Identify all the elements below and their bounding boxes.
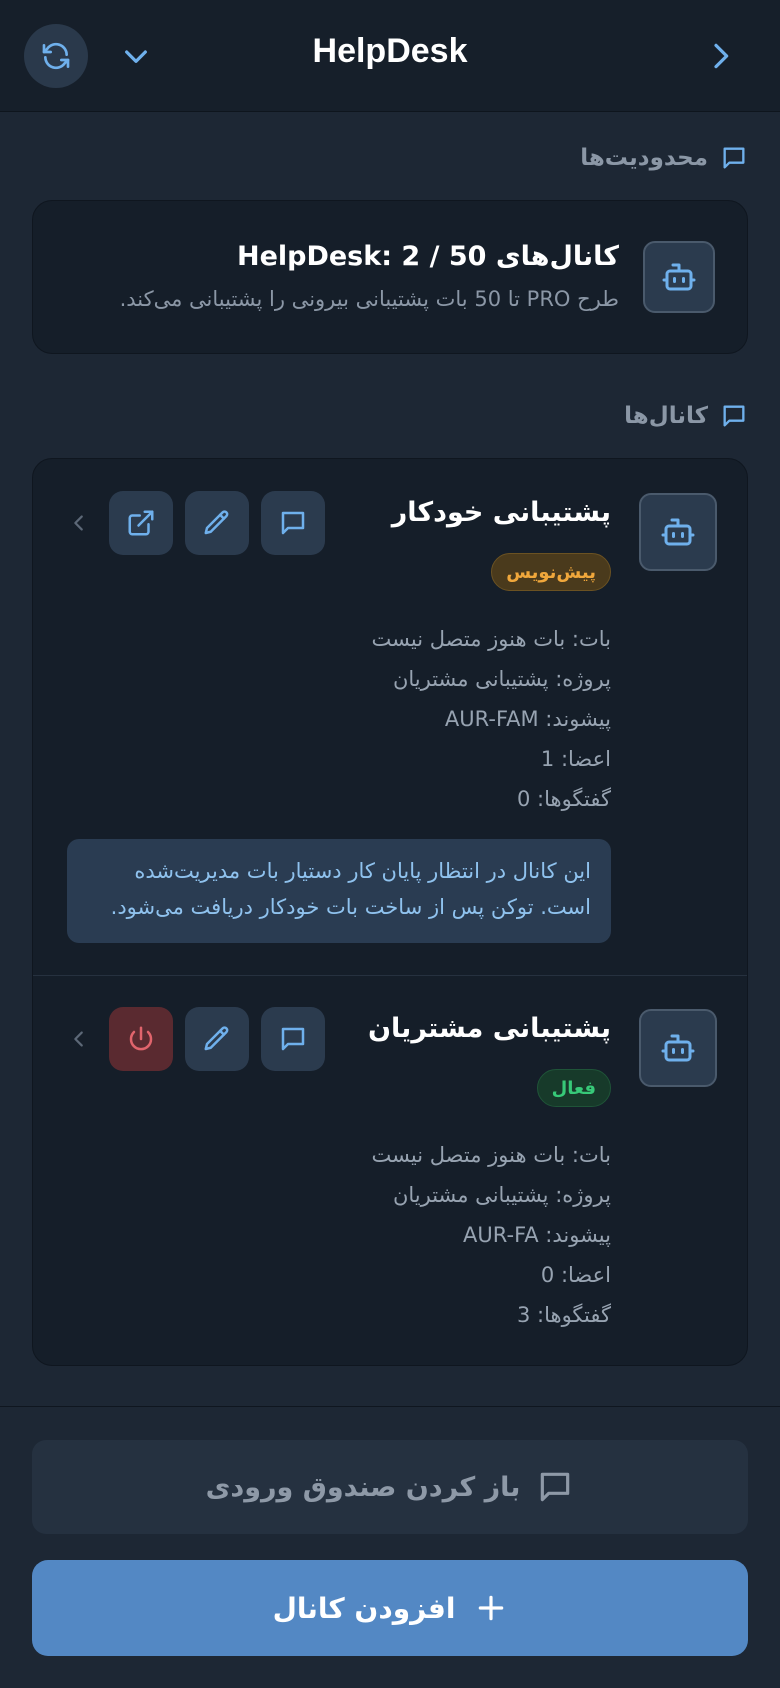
plus-icon bbox=[479, 1595, 504, 1621]
robot-icon bbox=[661, 1034, 695, 1062]
members-line: اعضا: 0 bbox=[540, 1263, 611, 1287]
chevron-left-icon bbox=[74, 1031, 83, 1047]
project-line: پروژه: پشتیبانی مشتریان bbox=[392, 1183, 611, 1207]
note-line-2: است. توکن پس از ساخت بات خودکار دریافت م… bbox=[110, 895, 591, 919]
message-square-icon bbox=[281, 1027, 305, 1051]
footer-divider bbox=[0, 1406, 780, 1407]
pencil-icon bbox=[204, 1026, 229, 1051]
channels-section-heading: کانال‌ها bbox=[624, 402, 748, 430]
prefix-line: پیشوند: AUR-FA bbox=[463, 1223, 611, 1247]
limits-title: کانال‌های HelpDesk: 2 / 50 bbox=[236, 241, 619, 272]
channel-row-customer-support[interactable]: پشتیبانی مشتریان فعال بات: بات هنوز متصل… bbox=[33, 975, 749, 1367]
prefix-line: پیشوند: AUR-FAM bbox=[444, 707, 611, 731]
robot-icon bbox=[662, 263, 696, 291]
channel-bot-tile bbox=[639, 493, 717, 571]
edit-channel-button[interactable] bbox=[185, 491, 249, 555]
channel-details: بات: بات هنوز متصل نیست پروژه: پشتیبانی … bbox=[372, 619, 611, 819]
expand-row-button[interactable] bbox=[67, 1027, 91, 1051]
edit-channel-button[interactable] bbox=[185, 1007, 249, 1071]
conversations-line: گفتگوها: 0 bbox=[516, 787, 611, 811]
status-badge: پیش‌نویس bbox=[491, 553, 611, 591]
members-line: اعضا: 1 bbox=[540, 747, 611, 771]
open-inbox-label: باز کردن صندوق ورودی bbox=[205, 1471, 521, 1503]
message-square-icon bbox=[281, 511, 305, 535]
robot-icon bbox=[661, 518, 695, 546]
message-square-icon bbox=[541, 1472, 570, 1502]
channel-bot-tile bbox=[639, 1009, 717, 1087]
limits-card: کانال‌های HelpDesk: 2 / 50 طرح PRO تا 50… bbox=[32, 200, 748, 354]
page-title: HelpDesk bbox=[312, 32, 468, 70]
chevron-left-icon bbox=[74, 515, 83, 531]
limits-section-heading: محدودیت‌ها bbox=[580, 144, 748, 172]
message-square-icon bbox=[723, 147, 745, 169]
channels-heading-text: کانال‌ها bbox=[624, 403, 708, 429]
channel-name: پشتیبانی خودکار bbox=[391, 497, 611, 528]
project-line: پروژه: پشتیبانی مشتریان bbox=[392, 667, 611, 691]
back-button[interactable] bbox=[700, 36, 740, 76]
app-header: HelpDesk bbox=[0, 0, 780, 112]
open-inbox-button[interactable]: باز کردن صندوق ورودی bbox=[32, 1440, 748, 1534]
conversations-line: گفتگوها: 3 bbox=[516, 1303, 611, 1327]
channels-card: پشتیبانی خودکار پیش‌نویس bbox=[32, 458, 748, 1366]
open-chat-button[interactable] bbox=[261, 491, 325, 555]
bot-line: بات: بات هنوز متصل نیست bbox=[371, 627, 611, 651]
limits-bot-tile bbox=[643, 241, 715, 313]
pencil-icon bbox=[204, 510, 229, 535]
channel-name: پشتیبانی مشتریان bbox=[368, 1013, 611, 1044]
note-line-1: این کانال در انتظار پایان کار دستیار بات… bbox=[134, 859, 591, 883]
open-external-button[interactable] bbox=[109, 491, 173, 555]
bot-line: بات: بات هنوز متصل نیست bbox=[371, 1143, 611, 1167]
disable-channel-button[interactable] bbox=[109, 1007, 173, 1071]
status-badge: فعال bbox=[536, 1069, 611, 1107]
power-icon bbox=[129, 1026, 153, 1051]
channel-details: بات: بات هنوز متصل نیست پروژه: پشتیبانی … bbox=[372, 1135, 611, 1335]
limits-description: طرح PRO تا 50 بات پشتیبانی بیرونی را پشت… bbox=[119, 287, 619, 311]
expand-row-button[interactable] bbox=[67, 511, 91, 535]
channel-row-auto-support[interactable]: پشتیبانی خودکار پیش‌نویس bbox=[33, 459, 749, 975]
pending-note: این کانال در انتظار پایان کار دستیار بات… bbox=[67, 839, 611, 943]
add-channel-label: افزودن کانال bbox=[272, 1591, 456, 1625]
message-square-icon bbox=[723, 405, 745, 427]
open-chat-button[interactable] bbox=[261, 1007, 325, 1071]
chevron-right-icon bbox=[714, 43, 729, 69]
external-link-icon bbox=[128, 510, 154, 536]
limits-heading-text: محدودیت‌ها bbox=[580, 145, 708, 171]
add-channel-button[interactable]: افزودن کانال bbox=[32, 1560, 748, 1656]
